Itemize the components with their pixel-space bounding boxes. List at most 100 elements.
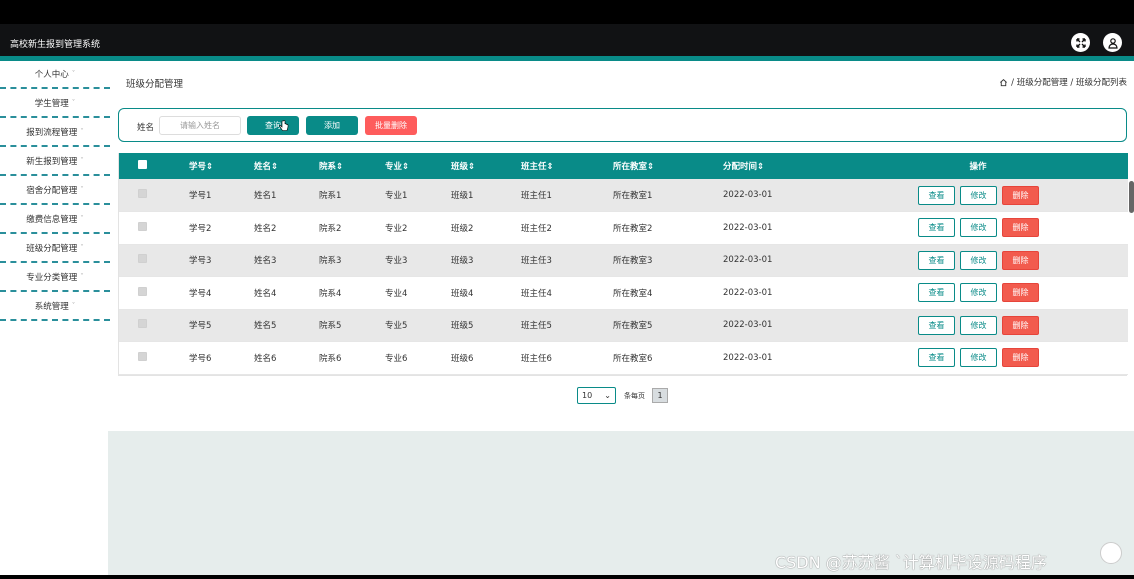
view-button[interactable]: 查看 (918, 348, 955, 368)
cell-department: 院系2 (319, 211, 385, 245)
cell-department: 院系1 (319, 179, 385, 212)
page-size-select[interactable]: 10 ⌄ (577, 387, 616, 404)
sidebar-item-label: 缴费信息管理 (26, 214, 78, 225)
edit-button[interactable]: 修改 (960, 283, 997, 303)
sidebar-item-personal-center[interactable]: 个人中心 ˇ (0, 61, 110, 89)
cell-head-teacher: 班主任2 (521, 211, 613, 245)
cell-classroom: 所在教室5 (613, 309, 723, 342)
breadcrumb: / 班级分配管理 / 班级分配列表 (999, 76, 1127, 88)
page-size-label: 条每页 (624, 391, 645, 400)
delete-button[interactable]: 删除 (1002, 283, 1039, 303)
sidebar-item-registration-process[interactable]: 报到流程管理 ˇ (0, 118, 110, 147)
app-header: 高校新生报到管理系统 (0, 24, 1134, 56)
view-button[interactable]: 查看 (918, 185, 955, 205)
column-header-department[interactable]: 院系⇕ (319, 153, 385, 179)
sidebar-item-label: 班级分配管理 (26, 243, 78, 254)
delete-button[interactable]: 删除 (1002, 348, 1039, 368)
sidebar-item-students[interactable]: 学生管理 ˇ (0, 89, 110, 118)
sidebar-item-class-allocation[interactable]: 班级分配管理 ˇ (0, 234, 110, 263)
cell-classroom: 所在教室4 (613, 276, 723, 310)
cell-student-id: 学号1 (189, 179, 254, 212)
column-header-class[interactable]: 班级⇕ (451, 153, 521, 179)
chevron-down-icon: ˇ (80, 156, 84, 165)
batch-delete-button[interactable]: 批量删除 (365, 116, 417, 135)
delete-button[interactable]: 删除 (1002, 315, 1039, 335)
select-all-checkbox[interactable] (138, 160, 147, 169)
cell-class: 班级5 (451, 309, 521, 342)
cell-class: 班级6 (451, 341, 521, 375)
cell-class: 班级1 (451, 179, 521, 212)
cell-name: 姓名3 (254, 244, 319, 277)
sidebar-item-major-category[interactable]: 专业分类管理 ˇ (0, 263, 110, 292)
class-allocation-table: 学号⇕ 姓名⇕ 院系⇕ 专业⇕ 班级⇕ 班主任⇕ 所在教室⇕ 分配时间⇕ 操作 … (118, 153, 1128, 376)
view-button[interactable]: 查看 (918, 250, 955, 270)
chevron-down-icon: ˇ (80, 272, 84, 281)
row-checkbox[interactable] (138, 189, 147, 198)
view-button[interactable]: 查看 (918, 218, 955, 238)
table-header-row: 学号⇕ 姓名⇕ 院系⇕ 专业⇕ 班级⇕ 班主任⇕ 所在教室⇕ 分配时间⇕ 操作 (119, 153, 1128, 179)
edit-button[interactable]: 修改 (960, 250, 997, 270)
user-icon[interactable] (1103, 33, 1122, 52)
column-header-classroom[interactable]: 所在教室⇕ (613, 153, 723, 179)
cell-major: 专业2 (385, 211, 451, 245)
table-row: 学号1 姓名1 院系1 专业1 班级1 班主任1 所在教室1 2022-03-0… (119, 179, 1128, 212)
search-button[interactable]: 查询 (247, 116, 299, 135)
edit-button[interactable]: 修改 (960, 315, 997, 335)
cell-classroom: 所在教室2 (613, 211, 723, 245)
chevron-down-icon: ˇ (71, 70, 76, 78)
table-row: 学号5 姓名5 院系5 专业5 班级5 班主任5 所在教室5 2022-03-0… (119, 309, 1128, 342)
row-checkbox[interactable] (138, 351, 147, 361)
cell-student-id: 学号6 (189, 341, 254, 375)
cell-class: 班级4 (451, 276, 521, 310)
cell-head-teacher: 班主任3 (521, 244, 613, 277)
scroll-top-button[interactable] (1100, 542, 1122, 564)
column-header-student-id[interactable]: 学号⇕ (189, 153, 254, 179)
fullscreen-icon[interactable] (1071, 33, 1090, 52)
scrollbar-thumb[interactable] (1129, 181, 1134, 213)
cell-name: 姓名4 (254, 276, 319, 310)
row-checkbox[interactable] (138, 221, 147, 231)
table-row: 学号6 姓名6 院系6 专业6 班级6 班主任6 所在教室6 2022-03-0… (119, 341, 1128, 375)
page-title: 班级分配管理 (126, 79, 184, 90)
sort-icon: ⇕ (206, 162, 214, 172)
name-search-input[interactable]: 请输入姓名 (159, 116, 241, 135)
page-number-button[interactable]: 1 (652, 388, 668, 403)
cell-head-teacher: 班主任4 (521, 276, 613, 310)
row-checkbox[interactable] (138, 254, 147, 264)
cell-department: 院系5 (319, 309, 385, 342)
add-button[interactable]: 添加 (306, 116, 358, 135)
sidebar-item-label: 个人中心 (34, 70, 69, 80)
edit-button[interactable]: 修改 (960, 348, 997, 368)
column-header-head-teacher[interactable]: 班主任⇕ (521, 153, 613, 179)
column-header-major[interactable]: 专业⇕ (385, 153, 451, 179)
chevron-down-icon: ˇ (80, 185, 84, 194)
cell-name: 姓名5 (254, 309, 319, 342)
delete-button[interactable]: 删除 (1002, 218, 1039, 238)
cell-class: 班级2 (451, 211, 521, 245)
row-checkbox[interactable] (138, 286, 147, 296)
edit-button[interactable]: 修改 (960, 185, 997, 205)
sidebar-item-freshman-registration[interactable]: 新生报到管理 ˇ (0, 147, 110, 176)
cell-major: 专业4 (385, 276, 451, 310)
delete-button[interactable]: 删除 (1002, 185, 1039, 205)
home-icon[interactable] (999, 78, 1008, 87)
sidebar-item-dorm-allocation[interactable]: 宿舍分配管理 ˇ (0, 176, 110, 205)
delete-button[interactable]: 删除 (1002, 250, 1039, 270)
sort-icon: ⇕ (402, 162, 410, 172)
column-header-name[interactable]: 姓名⇕ (254, 153, 319, 179)
sidebar-item-label: 新生报到管理 (26, 156, 78, 167)
cell-allocation-time: 2022-03-01 (723, 276, 828, 310)
cell-name: 姓名2 (254, 211, 319, 245)
view-button[interactable]: 查看 (918, 283, 955, 303)
edit-button[interactable]: 修改 (960, 218, 997, 238)
column-header-allocation-time[interactable]: 分配时间⇕ (723, 153, 828, 179)
sidebar: 个人中心 ˇ 学生管理 ˇ 报到流程管理 ˇ 新生报到管理 ˇ 宿舍分配管理 ˇ 缴费信息… (0, 61, 110, 321)
cell-classroom: 所在教室1 (613, 179, 723, 212)
cell-classroom: 所在教室6 (613, 341, 723, 375)
table-row: 学号4 姓名4 院系4 专业4 班级4 班主任4 所在教室4 2022-03-0… (119, 276, 1128, 310)
row-checkbox[interactable] (138, 319, 147, 329)
sidebar-item-system[interactable]: 系统管理 ˇ (0, 292, 110, 321)
view-button[interactable]: 查看 (918, 315, 955, 335)
sidebar-item-payment-info[interactable]: 缴费信息管理 ˇ (0, 205, 110, 234)
search-panel: 姓名 请输入姓名 查询 添加 批量删除 (118, 108, 1127, 142)
